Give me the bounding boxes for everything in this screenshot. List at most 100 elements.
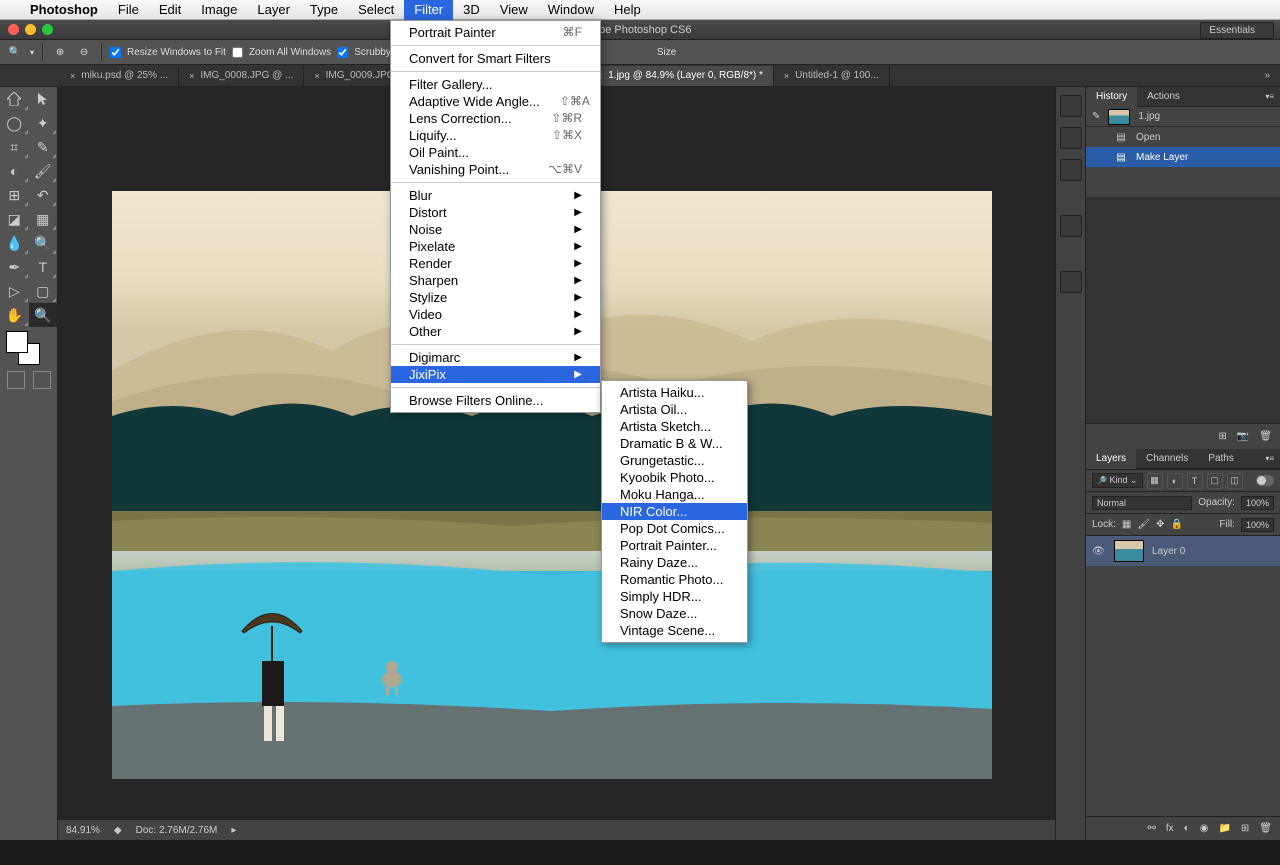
swatches-panel-icon[interactable]: [1060, 127, 1082, 149]
filter-submenu-item[interactable]: Distort▶: [391, 204, 600, 221]
camera-icon[interactable]: 📷: [1237, 431, 1249, 442]
menu-filter[interactable]: Filter: [404, 0, 453, 20]
close-tab-icon[interactable]: ×: [784, 66, 789, 86]
filter-submenu-item[interactable]: Noise▶: [391, 221, 600, 238]
eyedropper-tool[interactable]: ✎: [29, 135, 58, 159]
lock-position-icon[interactable]: ✥: [1156, 519, 1164, 530]
layer-name[interactable]: Layer 0: [1152, 546, 1185, 557]
color-panel-icon[interactable]: [1060, 95, 1082, 117]
document-tab[interactable]: ×miku.psd @ 25% ...: [60, 66, 179, 86]
layer-row[interactable]: 👁 Layer 0: [1086, 536, 1280, 566]
close-tab-icon[interactable]: ×: [70, 66, 75, 86]
screen-mode-toggle[interactable]: [33, 371, 51, 389]
filter-item[interactable]: Adaptive Wide Angle...⇧⌘A: [391, 93, 600, 110]
close-button[interactable]: [8, 24, 19, 35]
menu-window[interactable]: Window: [538, 0, 604, 20]
menu-layer[interactable]: Layer: [247, 0, 300, 20]
filter-browse-online[interactable]: Browse Filters Online...: [391, 392, 600, 409]
menu-view[interactable]: View: [490, 0, 538, 20]
scrubby-zoom-checkbox[interactable]: [337, 47, 348, 58]
path-select-tool[interactable]: ▷: [0, 279, 29, 303]
layer-mask-icon[interactable]: ◐: [1184, 823, 1190, 834]
gradient-tool[interactable]: ▦: [29, 207, 58, 231]
close-tab-icon[interactable]: ×: [314, 66, 319, 86]
jixipix-item[interactable]: Romantic Photo...: [602, 571, 747, 588]
zoom-in-icon[interactable]: ⊕: [51, 43, 69, 61]
quick-mask-toggle[interactable]: [7, 371, 25, 389]
opacity-value[interactable]: 100%: [1241, 496, 1274, 510]
history-state-row[interactable]: ▤Open: [1086, 127, 1280, 147]
status-info-icon[interactable]: ◆: [114, 825, 122, 836]
lock-transparent-icon[interactable]: ▦: [1122, 519, 1131, 530]
menu-type[interactable]: Type: [300, 0, 348, 20]
new-layer-icon[interactable]: ⊞: [1241, 823, 1249, 834]
filter-submenu-item[interactable]: Blur▶: [391, 187, 600, 204]
jixipix-item[interactable]: NIR Color...: [602, 503, 747, 520]
close-tab-icon[interactable]: ×: [189, 66, 194, 86]
paragraph-panel-icon[interactable]: [1060, 271, 1082, 293]
move-tool[interactable]: [0, 87, 29, 111]
lasso-tool[interactable]: ◯: [0, 111, 29, 135]
jixipix-item[interactable]: Rainy Daze...: [602, 554, 747, 571]
history-state-row[interactable]: ▤Make Layer: [1086, 147, 1280, 167]
filter-submenu-item[interactable]: Stylize▶: [391, 289, 600, 306]
zoom-out-icon[interactable]: ⊖: [75, 43, 93, 61]
menu-select[interactable]: Select: [348, 0, 404, 20]
delete-layer-icon[interactable]: 🗑: [1259, 823, 1272, 834]
history-tab[interactable]: History: [1086, 87, 1137, 107]
filter-item[interactable]: Lens Correction...⇧⌘R: [391, 110, 600, 127]
dodge-tool[interactable]: 🔍: [29, 231, 58, 255]
clone-stamp-tool[interactable]: ⊞: [0, 183, 29, 207]
foreground-color-swatch[interactable]: [6, 331, 28, 353]
crop-tool[interactable]: ⌗: [0, 135, 29, 159]
filter-item[interactable]: Filter Gallery...: [391, 76, 600, 93]
menu-file[interactable]: File: [108, 0, 149, 20]
jixipix-item[interactable]: Artista Sketch...: [602, 418, 747, 435]
menu-help[interactable]: Help: [604, 0, 651, 20]
jixipix-item[interactable]: Moku Hanga...: [602, 486, 747, 503]
adjustments-panel-icon[interactable]: [1060, 215, 1082, 237]
trash-icon[interactable]: 🗑: [1259, 431, 1272, 442]
type-tool[interactable]: T: [29, 255, 58, 279]
menu-3d[interactable]: 3D: [453, 0, 490, 20]
filter-submenu-item[interactable]: Video▶: [391, 306, 600, 323]
pen-tool[interactable]: ✒: [0, 255, 29, 279]
menu-image[interactable]: Image: [191, 0, 247, 20]
brush-tool[interactable]: 🖌: [29, 159, 58, 183]
status-arrow-icon[interactable]: ▸: [231, 825, 236, 836]
workspace-selector[interactable]: Essentials: [1200, 22, 1274, 39]
color-swatches[interactable]: [0, 327, 57, 367]
jixipix-item[interactable]: Dramatic B & W...: [602, 435, 747, 452]
filter-convert-smart[interactable]: Convert for Smart Filters: [391, 50, 600, 67]
eraser-tool[interactable]: ◪: [0, 207, 29, 231]
tabs-overflow[interactable]: »: [1254, 70, 1280, 81]
lock-paint-icon[interactable]: 🖌: [1137, 519, 1150, 530]
filter-last[interactable]: Portrait Painter ⌘F: [391, 24, 600, 41]
healing-brush-tool[interactable]: ◐: [0, 159, 29, 183]
filter-pixel-icon[interactable]: ▦: [1147, 473, 1163, 489]
filter-item[interactable]: Oil Paint...: [391, 144, 600, 161]
adjustment-layer-icon[interactable]: ◉: [1200, 823, 1209, 834]
channels-tab[interactable]: Channels: [1136, 449, 1198, 469]
layer-filter-kind[interactable]: 🔎 Kind ⌄: [1092, 473, 1143, 488]
filter-item[interactable]: Liquify...⇧⌘X: [391, 127, 600, 144]
lock-all-icon[interactable]: 🔒: [1170, 519, 1182, 530]
filter-submenu-item[interactable]: Sharpen▶: [391, 272, 600, 289]
panel-menu-icon[interactable]: ▾≡: [1259, 92, 1280, 101]
fill-value[interactable]: 100%: [1241, 518, 1274, 532]
jixipix-item[interactable]: Snow Daze...: [602, 605, 747, 622]
filter-item[interactable]: Vanishing Point...⌥⌘V: [391, 161, 600, 178]
minimize-button[interactable]: [25, 24, 36, 35]
magic-wand-tool[interactable]: ✦: [29, 111, 58, 135]
filter-plugin-item[interactable]: Digimarc▶: [391, 349, 600, 366]
filter-submenu-item[interactable]: Render▶: [391, 255, 600, 272]
jixipix-item[interactable]: Artista Haiku...: [602, 384, 747, 401]
document-tab[interactable]: ×Untitled-1 @ 100...: [774, 66, 890, 86]
filter-submenu-item[interactable]: Other▶: [391, 323, 600, 340]
blend-mode-select[interactable]: Normal: [1092, 496, 1192, 510]
filter-smart-icon[interactable]: ◫: [1227, 473, 1243, 489]
menu-edit[interactable]: Edit: [149, 0, 191, 20]
jixipix-item[interactable]: Simply HDR...: [602, 588, 747, 605]
filter-submenu-item[interactable]: Pixelate▶: [391, 238, 600, 255]
jixipix-item[interactable]: Pop Dot Comics...: [602, 520, 747, 537]
